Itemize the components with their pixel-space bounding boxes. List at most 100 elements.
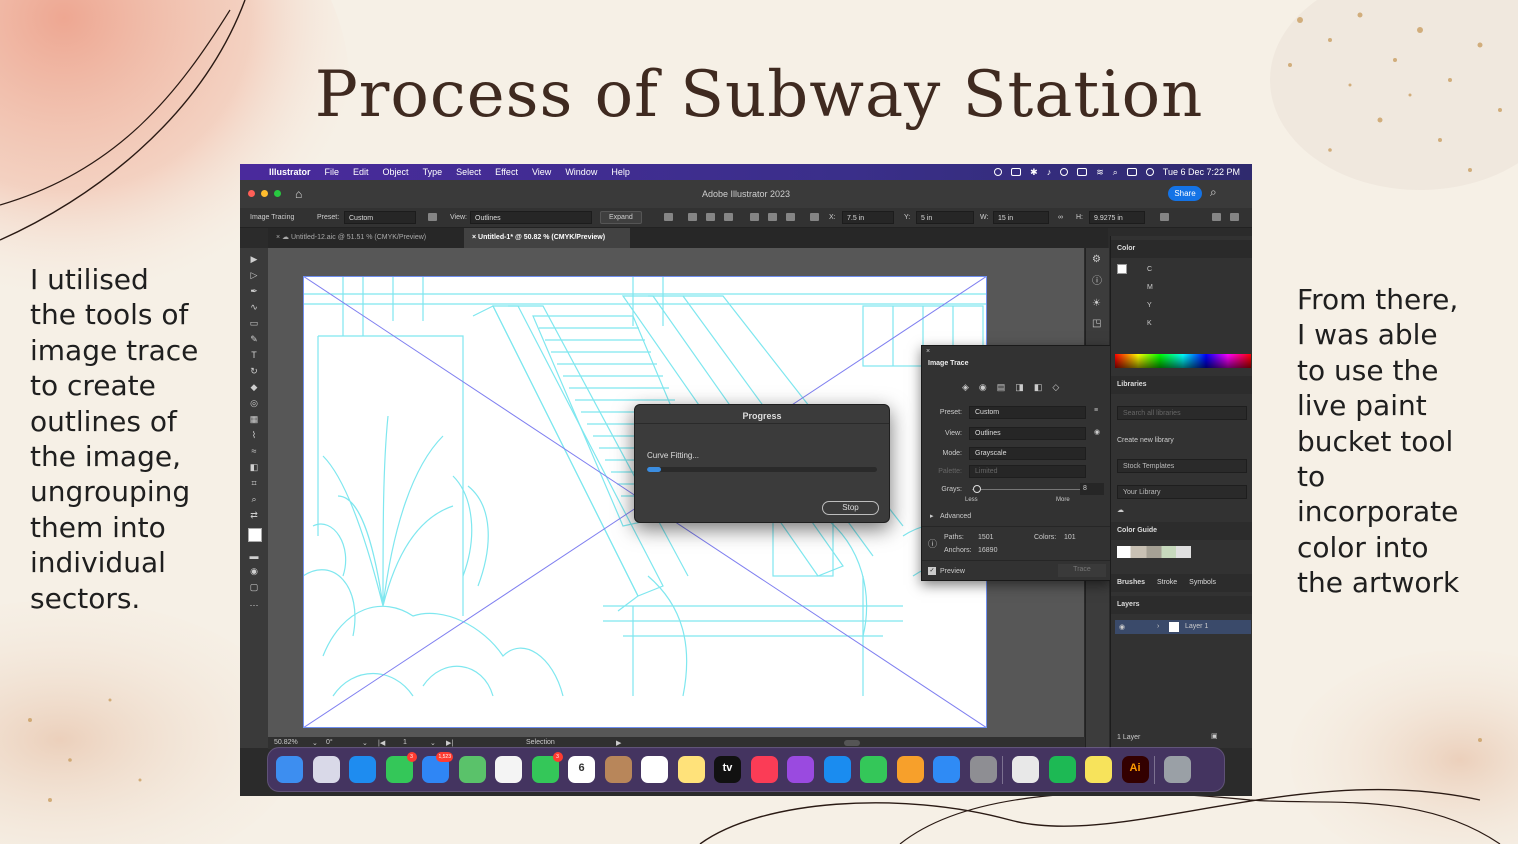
trace-mode-dropdown[interactable]: Grayscale [969, 447, 1086, 460]
menu-edit[interactable]: Edit [346, 167, 376, 177]
dock-app-photos-icon[interactable] [495, 756, 522, 783]
zoom-level[interactable]: 50.82% [274, 739, 298, 746]
blend-tool-icon[interactable]: ≈ [248, 446, 260, 456]
horizontal-scrollbar[interactable] [844, 740, 860, 746]
appearance-icon[interactable]: ☀ [1092, 298, 1103, 309]
search-icon[interactable]: ⌕ [1113, 167, 1118, 178]
eraser-tool-icon[interactable]: ◆ [248, 382, 260, 392]
dock-app-illustrator-icon[interactable]: Ai [1121, 756, 1149, 783]
dock-app-reminders-icon[interactable] [641, 756, 668, 783]
color-guide-header[interactable]: Color Guide [1111, 522, 1252, 540]
tab-untitled-12[interactable]: × ☁ Untitled-12.aic @ 51.51 % (CMYK/Prev… [268, 228, 460, 248]
expand-button[interactable]: Expand [600, 211, 642, 224]
grays-slider-track[interactable] [972, 489, 1087, 490]
dock-app-music-icon[interactable] [750, 756, 778, 783]
bluetooth-icon[interactable]: ✱ [1030, 167, 1038, 178]
outline-icon[interactable]: ◇ [1052, 382, 1059, 393]
align-center-icon[interactable] [706, 213, 715, 221]
screen-icon[interactable] [1011, 168, 1022, 176]
advanced-toggle[interactable]: Advanced [940, 513, 971, 520]
selection-tool-icon[interactable]: ▶ [248, 254, 260, 264]
preview-checkbox[interactable]: ✓ [928, 567, 936, 575]
properties-icon[interactable]: ⚙ [1092, 254, 1103, 265]
rotate-view[interactable]: 0° [326, 739, 333, 746]
align-left-icon[interactable] [688, 213, 697, 221]
visibility-eye-icon[interactable]: ◉ [1119, 623, 1125, 631]
more-options-icon[interactable] [1230, 213, 1239, 221]
artboard-number[interactable]: 1 [403, 739, 407, 746]
library-search-input[interactable]: Search all libraries [1117, 406, 1247, 420]
menu-help[interactable]: Help [604, 167, 637, 177]
layer-name[interactable]: Layer 1 [1185, 623, 1208, 630]
direct-selection-tool-icon[interactable]: ▷ [248, 270, 260, 280]
black-white-icon[interactable]: ◧ [1034, 382, 1043, 393]
type-tool-icon[interactable]: T [248, 350, 260, 360]
eyedropper-tool-icon[interactable]: ⌇ [248, 430, 260, 440]
dock-app-messages-icon[interactable]: 3 [385, 752, 417, 783]
dock-app-calendar-icon[interactable]: 6 [568, 756, 595, 783]
battery-icon[interactable] [1077, 168, 1088, 176]
view-dropdown[interactable]: Outlines [470, 211, 592, 224]
preset-menu-icon[interactable]: ≡ [1094, 407, 1098, 414]
dock-app-contacts-icon[interactable] [604, 756, 632, 783]
grays-slider-handle[interactable] [973, 485, 981, 493]
dock-app-chrome-icon[interactable] [1012, 756, 1039, 783]
grayscale-icon[interactable]: ◨ [1015, 382, 1024, 393]
grays-value[interactable]: 8 [1080, 483, 1104, 495]
dock-app-mail-icon[interactable]: 1,523 [422, 752, 453, 783]
auto-color-icon[interactable]: ◈ [962, 382, 969, 393]
menu-effect[interactable]: Effect [488, 167, 525, 177]
draw-mode-icon[interactable]: ◉ [248, 566, 260, 576]
dock-app-app-store-icon[interactable] [933, 756, 960, 783]
high-color-icon[interactable]: ◉ [979, 382, 987, 393]
pen-tool-icon[interactable]: ✒ [248, 286, 260, 296]
w-field[interactable]: 15 in [993, 211, 1049, 224]
creative-cloud-icon[interactable] [994, 168, 1003, 176]
dock-app-stickies-icon[interactable] [1085, 756, 1112, 783]
menu-view[interactable]: View [525, 167, 558, 177]
play-icon[interactable] [1060, 168, 1069, 176]
x-field[interactable]: 7.5 in [842, 211, 894, 224]
dock-app-system-settings-icon[interactable] [969, 756, 997, 783]
artboard-tool-icon[interactable]: ⌗ [248, 478, 260, 488]
color-spectrum[interactable] [1115, 354, 1251, 368]
menu-object[interactable]: Object [376, 167, 416, 177]
stock-templates-item[interactable]: Stock Templates [1117, 459, 1247, 473]
dock-app-numbers-icon[interactable] [860, 756, 887, 783]
panel-close-icon[interactable]: × [926, 348, 930, 355]
link-icon[interactable]: ∞ [1058, 214, 1063, 221]
dock-app-podcasts-icon[interactable] [787, 756, 814, 783]
align-bottom-icon[interactable] [786, 213, 795, 221]
live-paint-tool-icon[interactable]: ◧ [248, 462, 260, 472]
swap-colors-icon[interactable]: ⇄ [248, 510, 260, 520]
menu-window[interactable]: Window [558, 167, 604, 177]
tab-close-icon[interactable]: × [276, 234, 280, 241]
layers-panel-header[interactable]: Layers [1111, 596, 1252, 614]
dock-app-launchpad-icon[interactable] [312, 756, 340, 783]
share-button[interactable]: Share [1168, 186, 1202, 201]
transform-panel-icon[interactable]: ◳ [1092, 318, 1103, 329]
eye-icon[interactable]: ◉ [1094, 428, 1100, 436]
artboard-dropdown-icon[interactable]: ⌄ [430, 739, 436, 747]
trace-panel-icon[interactable] [428, 213, 437, 221]
menu-type[interactable]: Type [416, 167, 450, 177]
artboard-next-icon[interactable]: ▶| [446, 739, 453, 747]
arrange-icon[interactable] [1212, 213, 1221, 221]
reference-point-icon[interactable] [810, 213, 819, 221]
color-guide-swatches[interactable] [1117, 546, 1191, 558]
menu-app-name[interactable]: Illustrator [262, 167, 318, 177]
transform-icon[interactable] [1160, 213, 1169, 221]
layer-row[interactable]: ◉ › Layer 1 [1115, 620, 1251, 634]
status-arrow-icon[interactable]: ▶ [616, 739, 621, 747]
align-icon[interactable] [664, 213, 673, 221]
stop-button[interactable]: Stop [822, 501, 879, 515]
your-library-item[interactable]: Your Library [1117, 485, 1247, 499]
dock-app-keynote-icon[interactable] [823, 756, 851, 783]
color-mode-icon[interactable]: ▬ [248, 551, 260, 561]
more-tools-icon[interactable]: ⋯ [248, 600, 260, 610]
h-field[interactable]: 9.9275 in [1089, 211, 1145, 224]
info-icon[interactable]: ⓘ [1092, 272, 1103, 287]
clock[interactable]: Tue 6 Dec 7:22 PM [1163, 167, 1240, 177]
stroke-tab[interactable]: Stroke [1157, 579, 1177, 586]
dock-app-finder-icon[interactable] [276, 756, 303, 783]
